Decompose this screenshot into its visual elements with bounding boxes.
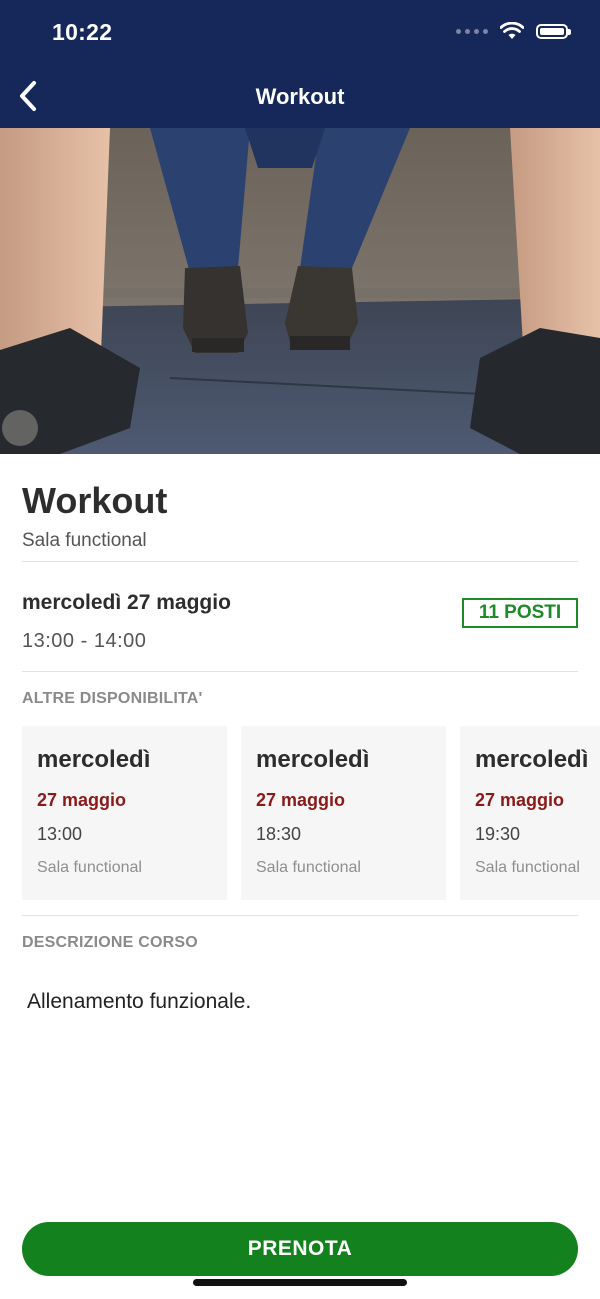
course-time: 13:00 - 14:00 <box>22 630 147 652</box>
divider <box>22 915 578 916</box>
slot-room: Sala functional <box>37 859 142 876</box>
other-slots-carousel[interactable]: mercoledì 27 maggio 13:00 Sala functiona… <box>22 726 600 902</box>
slot-time: 13:00 <box>37 824 83 844</box>
cellular-signal-icon <box>456 28 488 34</box>
slot-card[interactable]: mercoledì 27 maggio 13:00 Sala functiona… <box>22 726 227 900</box>
slot-date: 27 maggio <box>37 790 127 810</box>
slot-day: mercoledì <box>37 746 151 773</box>
slot-day: mercoledì <box>256 746 370 773</box>
divider <box>22 561 578 562</box>
book-button[interactable]: PRENOTA <box>22 1222 578 1276</box>
battery-icon <box>536 23 571 39</box>
course-hero-image <box>0 128 600 454</box>
slot-date: 27 maggio <box>475 790 565 810</box>
app-header: 10:22 Workout <box>0 0 600 128</box>
other-slots-label: ALTRE DISPONIBILITA' <box>22 690 203 707</box>
slot-card[interactable]: mercoledì 27 maggio 18:30 Sala functiona… <box>241 726 446 900</box>
status-time: 10:22 <box>52 19 113 45</box>
course-title: Workout <box>22 480 168 521</box>
course-description: Allenamento funzionale. <box>27 990 252 1013</box>
slot-card[interactable]: mercoledì 27 maggio 19:30 Sala functiona… <box>460 726 600 900</box>
slot-room: Sala functional <box>475 859 580 876</box>
course-room: Sala functional <box>22 530 147 551</box>
slot-time: 19:30 <box>475 824 521 844</box>
slot-date: 27 maggio <box>256 790 346 810</box>
wifi-icon <box>500 22 524 39</box>
slot-day: mercoledì <box>475 746 589 773</box>
slot-time: 18:30 <box>256 824 302 844</box>
course-date: mercoledì 27 maggio <box>22 591 231 614</box>
description-label: DESCRIZIONE CORSO <box>22 934 198 951</box>
slot-room: Sala functional <box>256 859 361 876</box>
nav-title: Workout <box>255 84 345 109</box>
home-indicator <box>193 1279 407 1286</box>
status-icons <box>456 22 571 40</box>
seats-badge: 11 POSTI <box>462 598 578 628</box>
divider <box>22 671 578 672</box>
